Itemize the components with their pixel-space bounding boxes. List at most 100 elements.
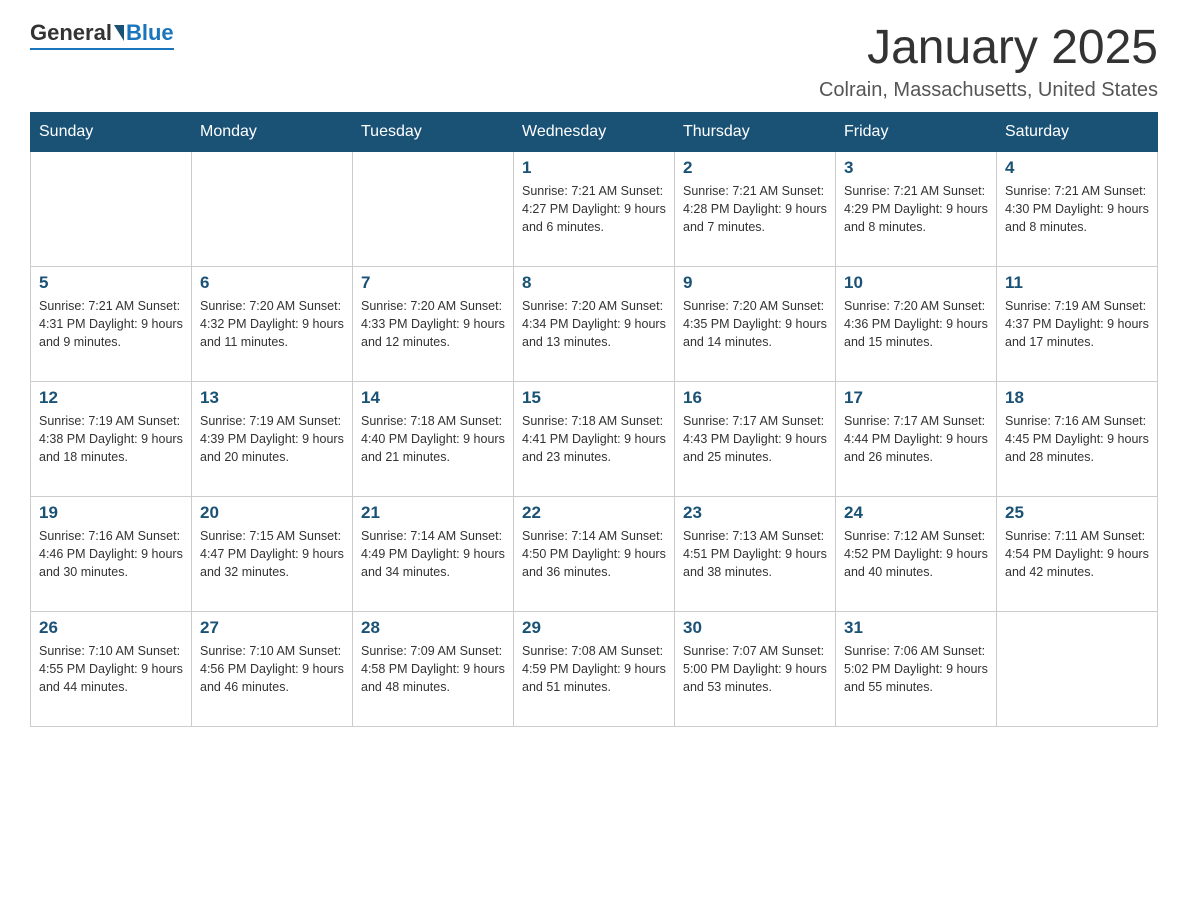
calendar-cell: 14 Sunrise: 7:18 AM Sunset: 4:40 PM Dayli… bbox=[353, 382, 514, 497]
day-number: 3 bbox=[844, 158, 988, 178]
day-info: Sunrise: 7:17 AM Sunset: 4:43 PM Dayligh… bbox=[683, 412, 827, 466]
calendar-table: SundayMondayTuesdayWednesdayThursdayFrid… bbox=[30, 112, 1158, 727]
calendar-cell: 13Sunrise: 7:19 AM Sunset: 4:39 PM Dayli… bbox=[192, 382, 353, 497]
day-info: Sunrise: 7:16 AM Sunset: 4:46 PM Dayligh… bbox=[39, 527, 183, 581]
day-header-saturday: Saturday bbox=[997, 113, 1158, 152]
calendar-cell: 2 Sunrise: 7:21 AM Sunset: 4:28 PM Daylig… bbox=[675, 152, 836, 267]
calendar-cell: 3 Sunrise: 7:21 AM Sunset: 4:29 PM Daylig… bbox=[836, 152, 997, 267]
calendar-cell: 4 Sunrise: 7:21 AM Sunset: 4:30 PM Daylig… bbox=[997, 152, 1158, 267]
calendar-cell: 11 Sunrise: 7:19 AM Sunset: 4:37 PM Dayli… bbox=[997, 267, 1158, 382]
calendar-cell: 20Sunrise: 7:15 AM Sunset: 4:47 PM Dayli… bbox=[192, 497, 353, 612]
day-info: Sunrise: 7:14 AM Sunset: 4:49 PM Dayligh… bbox=[361, 527, 505, 581]
calendar-cell bbox=[353, 152, 514, 267]
day-number: 17 bbox=[844, 388, 988, 408]
logo-underline bbox=[30, 48, 174, 50]
location-title: Colrain, Massachusetts, United States bbox=[819, 79, 1158, 102]
day-info: Sunrise: 7:10 AM Sunset: 4:56 PM Dayligh… bbox=[200, 642, 344, 696]
calendar-cell bbox=[31, 152, 192, 267]
day-info: Sunrise: 7:13 AM Sunset: 4:51 PM Dayligh… bbox=[683, 527, 827, 581]
page-header: General Blue January 2025 Colrain, Massa… bbox=[30, 20, 1158, 102]
day-info: Sunrise: 7:20 AM Sunset: 4:36 PM Dayligh… bbox=[844, 297, 988, 351]
calendar-cell: 22 Sunrise: 7:14 AM Sunset: 4:50 PM Dayli… bbox=[514, 497, 675, 612]
calendar-cell: 9 Sunrise: 7:20 AM Sunset: 4:35 PM Daylig… bbox=[675, 267, 836, 382]
calendar-cell: 5 Sunrise: 7:21 AM Sunset: 4:31 PM Daylig… bbox=[31, 267, 192, 382]
day-number: 18 bbox=[1005, 388, 1149, 408]
day-header-sunday: Sunday bbox=[31, 113, 192, 152]
calendar-cell: 24 Sunrise: 7:12 AM Sunset: 4:52 PM Dayli… bbox=[836, 497, 997, 612]
day-info: Sunrise: 7:19 AM Sunset: 4:37 PM Dayligh… bbox=[1005, 297, 1149, 351]
day-number: 27 bbox=[200, 618, 344, 638]
logo-arrow-icon bbox=[114, 25, 124, 41]
day-info: Sunrise: 7:21 AM Sunset: 4:31 PM Dayligh… bbox=[39, 297, 183, 351]
calendar-cell: 18 Sunrise: 7:16 AM Sunset: 4:45 PM Dayli… bbox=[997, 382, 1158, 497]
day-number: 23 bbox=[683, 503, 827, 523]
day-info: Sunrise: 7:21 AM Sunset: 4:29 PM Dayligh… bbox=[844, 182, 988, 236]
calendar-cell: 31Sunrise: 7:06 AM Sunset: 5:02 PM Dayli… bbox=[836, 612, 997, 727]
calendar-cell: 8Sunrise: 7:20 AM Sunset: 4:34 PM Daylig… bbox=[514, 267, 675, 382]
day-number: 1 bbox=[522, 158, 666, 178]
calendar-cell: 6Sunrise: 7:20 AM Sunset: 4:32 PM Daylig… bbox=[192, 267, 353, 382]
day-number: 14 bbox=[361, 388, 505, 408]
day-number: 31 bbox=[844, 618, 988, 638]
day-number: 11 bbox=[1005, 273, 1149, 293]
calendar-week-row: 26Sunrise: 7:10 AM Sunset: 4:55 PM Dayli… bbox=[31, 612, 1158, 727]
day-info: Sunrise: 7:14 AM Sunset: 4:50 PM Dayligh… bbox=[522, 527, 666, 581]
day-info: Sunrise: 7:17 AM Sunset: 4:44 PM Dayligh… bbox=[844, 412, 988, 466]
day-header-tuesday: Tuesday bbox=[353, 113, 514, 152]
day-number: 8 bbox=[522, 273, 666, 293]
calendar-cell: 23 Sunrise: 7:13 AM Sunset: 4:51 PM Dayli… bbox=[675, 497, 836, 612]
calendar-cell: 16 Sunrise: 7:17 AM Sunset: 4:43 PM Dayli… bbox=[675, 382, 836, 497]
calendar-cell: 7 Sunrise: 7:20 AM Sunset: 4:33 PM Daylig… bbox=[353, 267, 514, 382]
day-number: 21 bbox=[361, 503, 505, 523]
calendar-week-row: 12Sunrise: 7:19 AM Sunset: 4:38 PM Dayli… bbox=[31, 382, 1158, 497]
day-number: 19 bbox=[39, 503, 183, 523]
day-info: Sunrise: 7:21 AM Sunset: 4:30 PM Dayligh… bbox=[1005, 182, 1149, 236]
day-number: 7 bbox=[361, 273, 505, 293]
day-info: Sunrise: 7:18 AM Sunset: 4:40 PM Dayligh… bbox=[361, 412, 505, 466]
title-section: January 2025 Colrain, Massachusetts, Uni… bbox=[819, 20, 1158, 102]
calendar-cell: 17 Sunrise: 7:17 AM Sunset: 4:44 PM Dayli… bbox=[836, 382, 997, 497]
calendar-cell: 19 Sunrise: 7:16 AM Sunset: 4:46 PM Dayli… bbox=[31, 497, 192, 612]
day-number: 2 bbox=[683, 158, 827, 178]
day-info: Sunrise: 7:12 AM Sunset: 4:52 PM Dayligh… bbox=[844, 527, 988, 581]
calendar-week-row: 5 Sunrise: 7:21 AM Sunset: 4:31 PM Daylig… bbox=[31, 267, 1158, 382]
day-info: Sunrise: 7:20 AM Sunset: 4:33 PM Dayligh… bbox=[361, 297, 505, 351]
logo-blue-text: Blue bbox=[126, 20, 174, 46]
calendar-cell: 10 Sunrise: 7:20 AM Sunset: 4:36 PM Dayli… bbox=[836, 267, 997, 382]
calendar-cell: 21 Sunrise: 7:14 AM Sunset: 4:49 PM Dayli… bbox=[353, 497, 514, 612]
logo-general-text: General bbox=[30, 20, 112, 46]
day-number: 16 bbox=[683, 388, 827, 408]
day-info: Sunrise: 7:09 AM Sunset: 4:58 PM Dayligh… bbox=[361, 642, 505, 696]
calendar-cell: 26Sunrise: 7:10 AM Sunset: 4:55 PM Dayli… bbox=[31, 612, 192, 727]
day-number: 30 bbox=[683, 618, 827, 638]
day-number: 15 bbox=[522, 388, 666, 408]
day-number: 10 bbox=[844, 273, 988, 293]
day-info: Sunrise: 7:07 AM Sunset: 5:00 PM Dayligh… bbox=[683, 642, 827, 696]
day-info: Sunrise: 7:20 AM Sunset: 4:35 PM Dayligh… bbox=[683, 297, 827, 351]
day-info: Sunrise: 7:16 AM Sunset: 4:45 PM Dayligh… bbox=[1005, 412, 1149, 466]
day-info: Sunrise: 7:21 AM Sunset: 4:27 PM Dayligh… bbox=[522, 182, 666, 236]
day-info: Sunrise: 7:21 AM Sunset: 4:28 PM Dayligh… bbox=[683, 182, 827, 236]
day-number: 20 bbox=[200, 503, 344, 523]
calendar-cell: 27 Sunrise: 7:10 AM Sunset: 4:56 PM Dayli… bbox=[192, 612, 353, 727]
calendar-cell: 28Sunrise: 7:09 AM Sunset: 4:58 PM Dayli… bbox=[353, 612, 514, 727]
day-number: 22 bbox=[522, 503, 666, 523]
day-number: 9 bbox=[683, 273, 827, 293]
calendar-week-row: 1 Sunrise: 7:21 AM Sunset: 4:27 PM Daylig… bbox=[31, 152, 1158, 267]
day-header-friday: Friday bbox=[836, 113, 997, 152]
day-header-monday: Monday bbox=[192, 113, 353, 152]
day-number: 5 bbox=[39, 273, 183, 293]
day-number: 13 bbox=[200, 388, 344, 408]
day-number: 24 bbox=[844, 503, 988, 523]
day-number: 4 bbox=[1005, 158, 1149, 178]
day-number: 29 bbox=[522, 618, 666, 638]
day-number: 25 bbox=[1005, 503, 1149, 523]
day-info: Sunrise: 7:11 AM Sunset: 4:54 PM Dayligh… bbox=[1005, 527, 1149, 581]
calendar-cell: 30 Sunrise: 7:07 AM Sunset: 5:00 PM Dayli… bbox=[675, 612, 836, 727]
day-info: Sunrise: 7:20 AM Sunset: 4:32 PM Dayligh… bbox=[200, 297, 344, 351]
calendar-header-row: SundayMondayTuesdayWednesdayThursdayFrid… bbox=[31, 113, 1158, 152]
calendar-cell: 25 Sunrise: 7:11 AM Sunset: 4:54 PM Dayli… bbox=[997, 497, 1158, 612]
month-title: January 2025 bbox=[819, 20, 1158, 75]
calendar-cell: 1 Sunrise: 7:21 AM Sunset: 4:27 PM Daylig… bbox=[514, 152, 675, 267]
day-header-wednesday: Wednesday bbox=[514, 113, 675, 152]
